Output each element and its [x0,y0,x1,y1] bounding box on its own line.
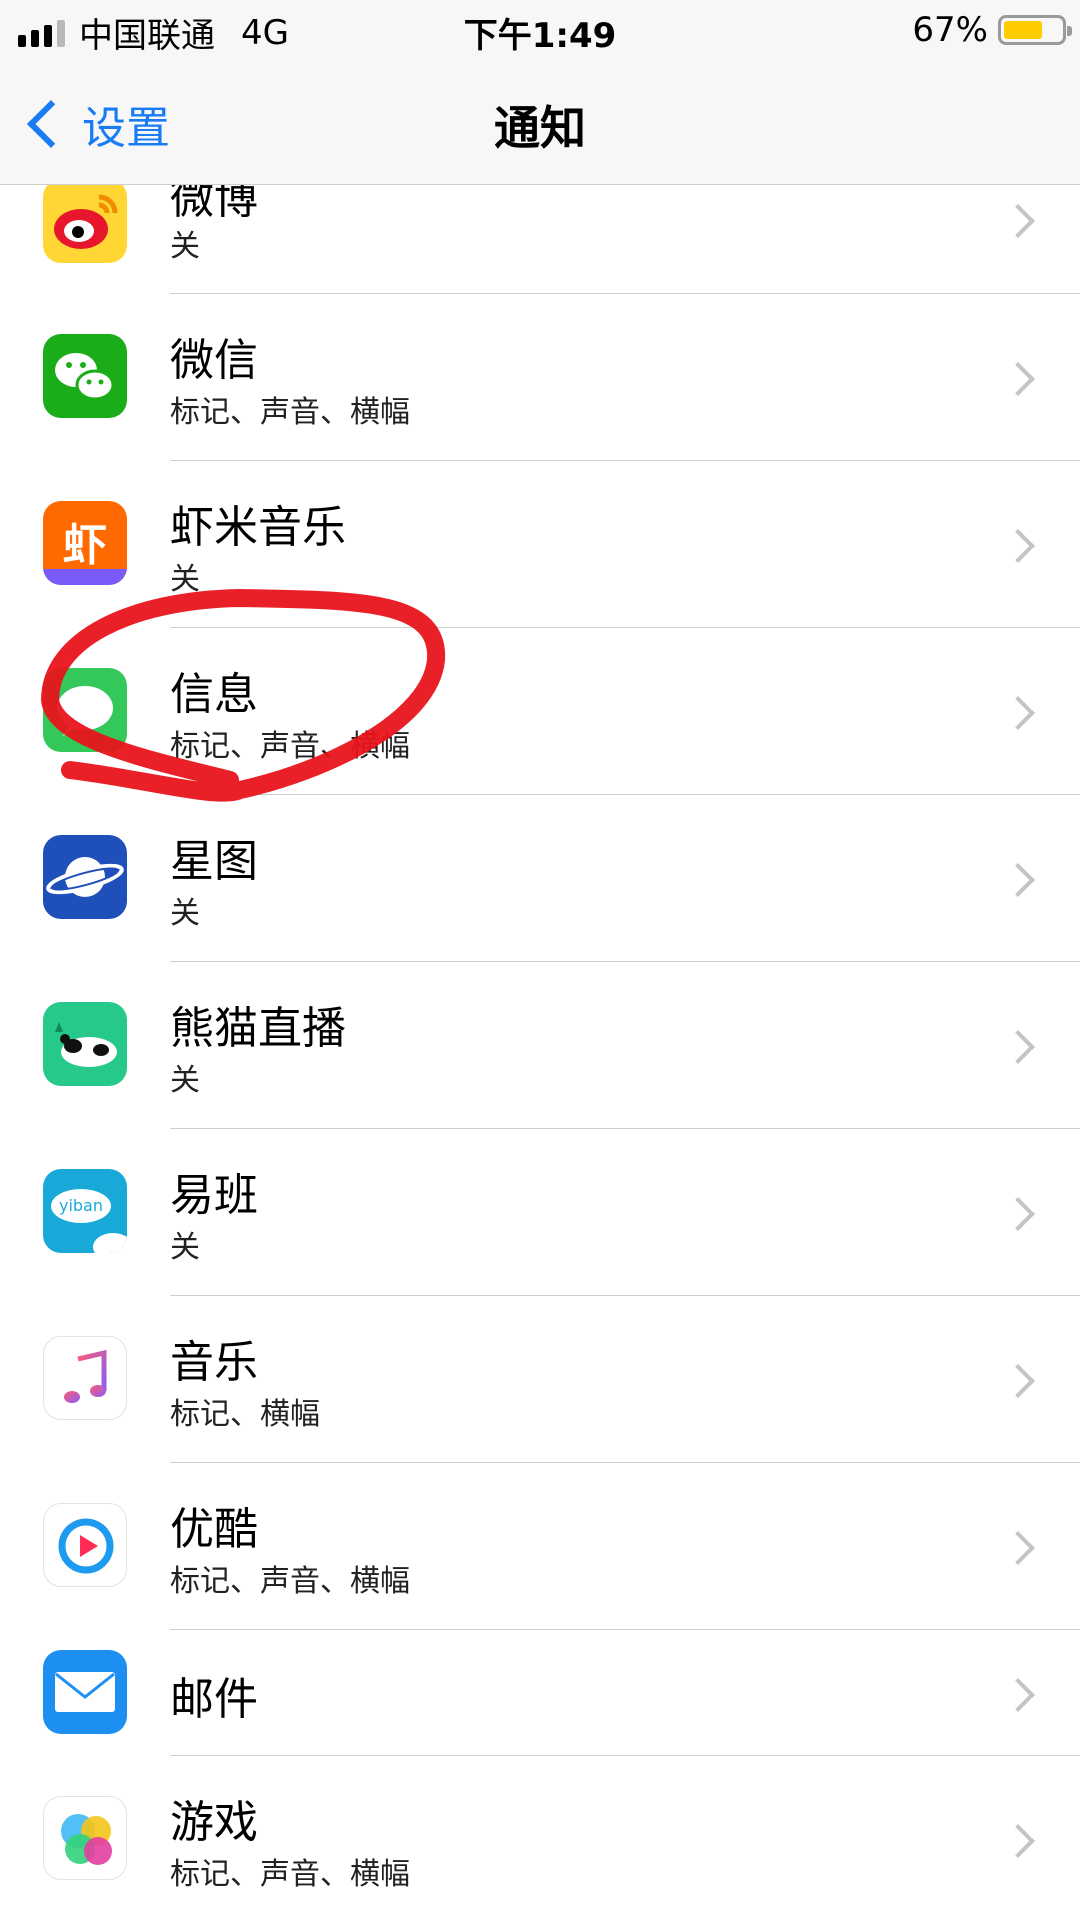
list-item-panda-live[interactable]: 熊猫直播 关 [0,962,1080,1129]
music-icon [43,1336,127,1420]
xiami-icon-glyph: 虾 [63,520,107,571]
chevron-right-icon [1001,1678,1035,1712]
yiban-icon: yiban [43,1169,127,1253]
chevron-right-icon [1001,1364,1035,1398]
list-item-game-center[interactable]: 游戏 标记、声音、横幅 [0,1756,1080,1923]
chevron-right-icon [1001,1030,1035,1064]
battery-group: 67% [912,10,1072,50]
app-name: 虾米音乐 [170,502,346,553]
list-item-wechat[interactable]: 微信 标记、声音、横幅 [0,294,1080,461]
navigation-bar: 设置 通知 [0,62,1080,185]
chevron-right-icon [1001,1197,1035,1231]
notification-summary: 标记、声音、横幅 [170,1564,410,1599]
app-name: 音乐 [170,1337,258,1388]
battery-icon [998,15,1072,45]
notification-summary: 关 [170,562,200,597]
app-name: 星图 [170,836,258,887]
chevron-right-icon [1001,1531,1035,1565]
notification-summary: 标记、声音、横幅 [170,729,410,764]
weibo-icon [43,179,127,263]
notification-summary: 标记、声音、横幅 [170,1857,410,1892]
wechat-icon [43,334,127,418]
list-item-weibo[interactable]: 微博 关 [0,173,1080,294]
app-name: 信息 [170,669,258,720]
app-name: 邮件 [170,1674,258,1725]
chevron-right-icon [1001,362,1035,396]
notification-summary: 标记、横幅 [170,1397,320,1432]
page-title: 通知 [494,101,586,155]
battery-fill [1004,21,1042,39]
list-item-star-map[interactable]: 星图 关 [0,795,1080,962]
mail-icon [43,1650,127,1734]
list-item-yiban[interactable]: yiban 易班 关 [0,1129,1080,1296]
app-name: 熊猫直播 [170,1003,346,1054]
youku-icon [43,1503,127,1587]
notification-summary: 关 [170,1230,200,1265]
list-item-xiami-music[interactable]: 虾 虾米音乐 关 [0,461,1080,628]
app-name: 游戏 [170,1797,258,1848]
messages-icon [43,668,127,752]
battery-percent: 67% [912,10,988,50]
app-name: 优酷 [170,1504,258,1555]
status-bar: 中国联通 4G 下午1:49 67% [0,0,1080,62]
chevron-right-icon [1001,863,1035,897]
game-center-icon [43,1796,127,1880]
list-item-mail[interactable]: 邮件 [0,1630,1080,1756]
list-item-music[interactable]: 音乐 标记、横幅 [0,1296,1080,1463]
star-map-icon [43,835,127,919]
app-name: 微信 [170,335,258,386]
notification-summary: 关 [170,1063,200,1098]
chevron-right-icon [1001,529,1035,563]
notification-summary: 关 [170,896,200,931]
list-item-messages[interactable]: 信息 标记、声音、横幅 [0,628,1080,795]
chevron-right-icon [1001,696,1035,730]
notification-summary: 标记、声音、横幅 [170,395,410,430]
app-notification-list: 微博 关 微信 标记、声音、横幅 虾 虾米音乐 关 信息 标记、声音、横幅 星图… [0,173,1080,1923]
app-name: 易班 [170,1170,258,1221]
chevron-right-icon [1001,204,1035,238]
yiban-icon-text: yiban [58,1196,103,1215]
panda-live-icon [43,1002,127,1086]
notification-summary: 关 [170,229,200,264]
chevron-right-icon [1001,1824,1035,1858]
list-item-youku[interactable]: 优酷 标记、声音、横幅 [0,1463,1080,1630]
xiami-music-icon: 虾 [43,501,127,585]
